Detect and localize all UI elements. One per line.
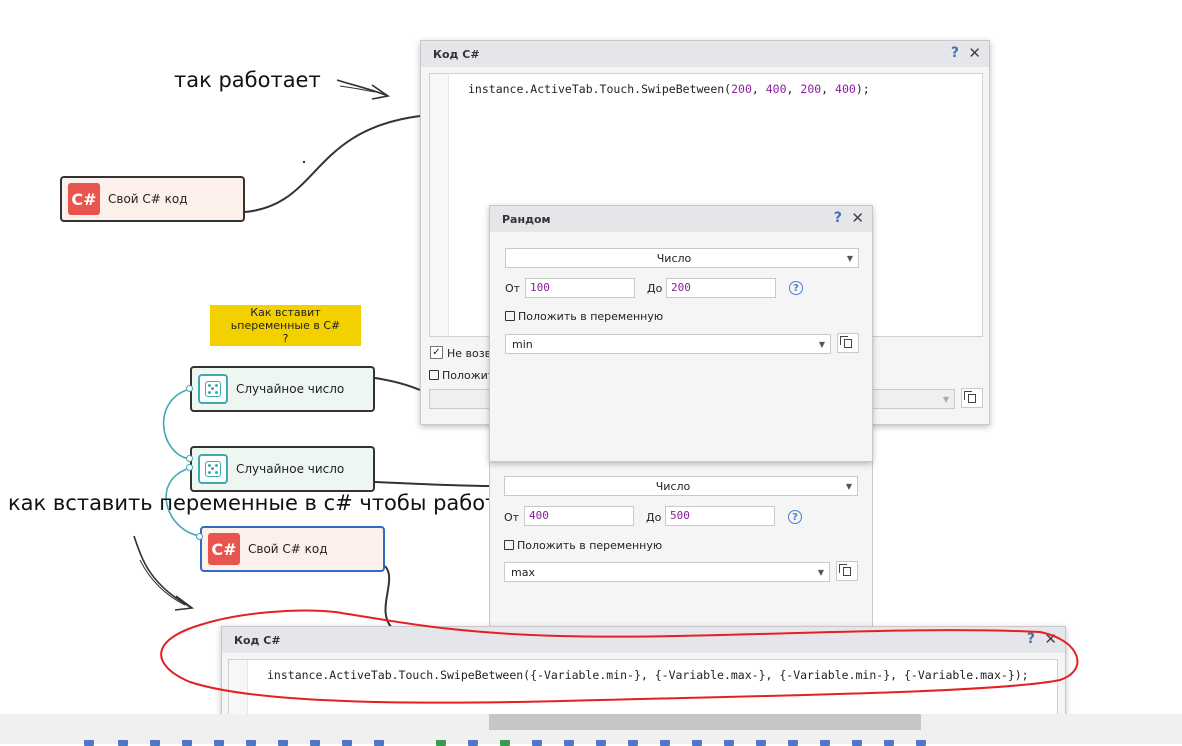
- toolbar-icon[interactable]: [118, 740, 128, 746]
- horizontal-scrollbar[interactable]: [489, 714, 921, 730]
- toolbar-icon[interactable]: [150, 740, 160, 746]
- toolbar-icon[interactable]: [468, 740, 478, 746]
- toolbar-icon[interactable]: [436, 740, 446, 746]
- toolbar-icon[interactable]: [916, 740, 926, 746]
- toolbar-icon[interactable]: [852, 740, 862, 746]
- toolbar-icon[interactable]: [532, 740, 542, 746]
- toolbar-icon[interactable]: [788, 740, 798, 746]
- toolbar-icon[interactable]: [660, 740, 670, 746]
- toolbar-icon[interactable]: [278, 740, 288, 746]
- toolbar-icon[interactable]: [310, 740, 320, 746]
- toolbar-icon[interactable]: [374, 740, 384, 746]
- toolbar-icon[interactable]: [214, 740, 224, 746]
- toolbar-icon[interactable]: [596, 740, 606, 746]
- toolbar-icon[interactable]: [820, 740, 830, 746]
- toolbar-icon[interactable]: [756, 740, 766, 746]
- highlight-ellipse: [160, 609, 1079, 704]
- toolbar-icon[interactable]: [342, 740, 352, 746]
- toolbar-icon[interactable]: [692, 740, 702, 746]
- toolbar-icon[interactable]: [246, 740, 256, 746]
- toolbar-icon[interactable]: [500, 740, 510, 746]
- toolbar-icon[interactable]: [884, 740, 894, 746]
- toolbar-icon[interactable]: [182, 740, 192, 746]
- toolbar-icon[interactable]: [564, 740, 574, 746]
- toolbar-icon[interactable]: [84, 740, 94, 746]
- toolbar-icon[interactable]: [724, 740, 734, 746]
- toolbar-icon[interactable]: [628, 740, 638, 746]
